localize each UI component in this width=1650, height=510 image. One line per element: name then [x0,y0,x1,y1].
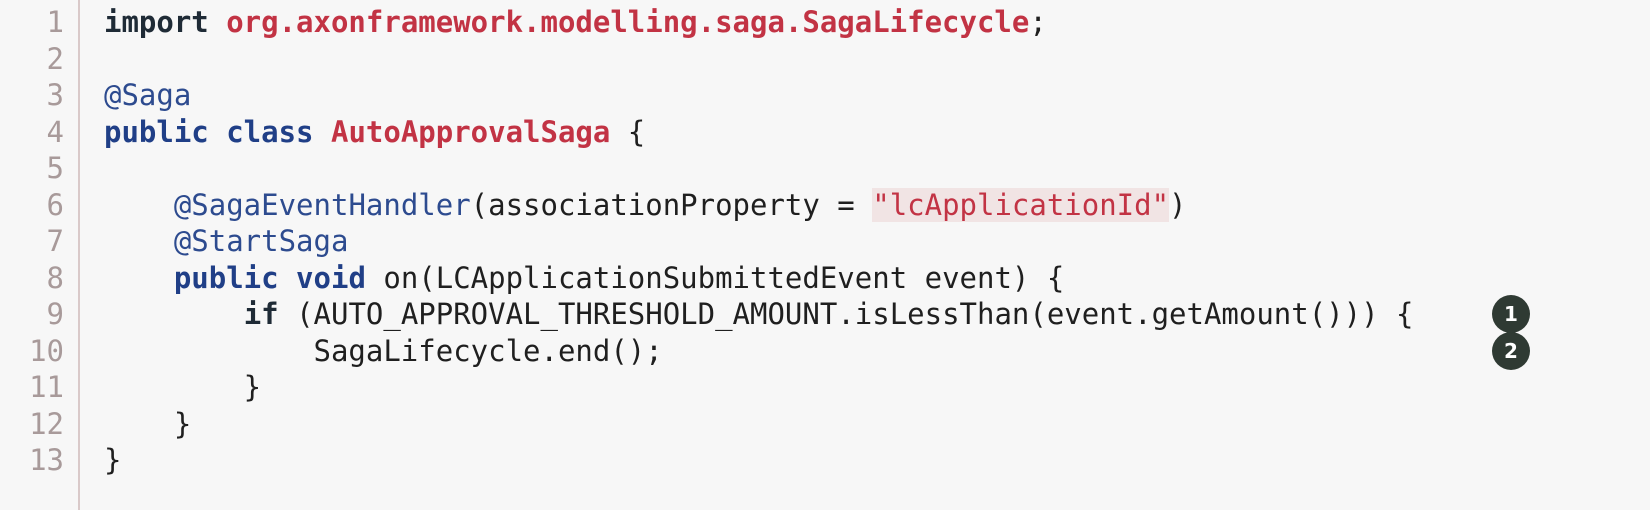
annotation-token: @Saga [104,78,192,112]
line-number: 3 [46,78,64,112]
line-number: 13 [29,443,64,477]
string-literal-token: "lcApplicationId" [872,187,1170,222]
line-number: 9 [46,297,64,331]
import-path-token: org.axonframework.modelling.saga.SagaLif… [226,5,1030,39]
line-number: 5 [46,151,64,185]
code-token: ; [1029,5,1047,39]
code-line: @StartSaga [104,222,349,260]
line-number: 2 [46,41,64,76]
code-token: { [610,114,646,149]
line-number: 4 [46,114,64,149]
code-token: ) [1169,187,1187,222]
code-token: on(LCApplicationSubmittedEvent event) { [365,260,1065,295]
code-token: SagaLifecycle.end(); [104,333,663,368]
keyword-token: public class [104,114,331,149]
code-token: (associationProperty = [470,187,873,222]
code-token: } [104,443,122,477]
code-line: } [104,368,261,406]
annotation-token: @SagaEventHandler [173,187,471,222]
line-number: 11 [29,370,64,404]
code-line: SagaLifecycle.end(); [104,332,663,370]
code-line: } [104,405,191,443]
line-number: 8 [46,260,64,295]
line-number: 6 [46,187,64,222]
code-line: public class AutoApprovalSaga { [104,113,645,151]
keyword-token: if [243,297,279,331]
callout-badge: 1 [1492,295,1530,333]
keyword-token: public void [173,260,366,295]
code-line: } [104,441,121,479]
callout-badge: 2 [1492,331,1530,370]
line-number: 7 [46,224,64,258]
code-token: (AUTO_APPROVAL_THRESHOLD_AMOUNT.isLessTh… [278,297,1414,331]
code-line: @SagaEventHandler(associationProperty = … [104,186,1187,224]
code-line: import org.axonframework.modelling.saga.… [104,3,1047,41]
code-line: public void on(LCApplicationSubmittedEve… [104,259,1064,297]
code-line: @Saga [104,76,191,114]
line-number: 12 [29,406,64,441]
code-line: if (AUTO_APPROVAL_THRESHOLD_AMOUNT.isLes… [104,295,1414,333]
code-token: } [104,406,192,441]
code-token: } [104,370,262,404]
keyword-token: import [104,5,227,39]
class-name-token: AutoApprovalSaga [330,114,611,149]
line-number: 1 [46,5,64,39]
line-number: 10 [29,333,64,368]
code-block: 1 2 3 4 5 6 7 8 9 10 11 12 13 import org.axonframewo… [0,0,1650,510]
annotation-token: @StartSaga [173,224,349,258]
line-number-gutter: 1 2 3 4 5 6 7 8 9 10 11 12 13 [0,0,80,510]
